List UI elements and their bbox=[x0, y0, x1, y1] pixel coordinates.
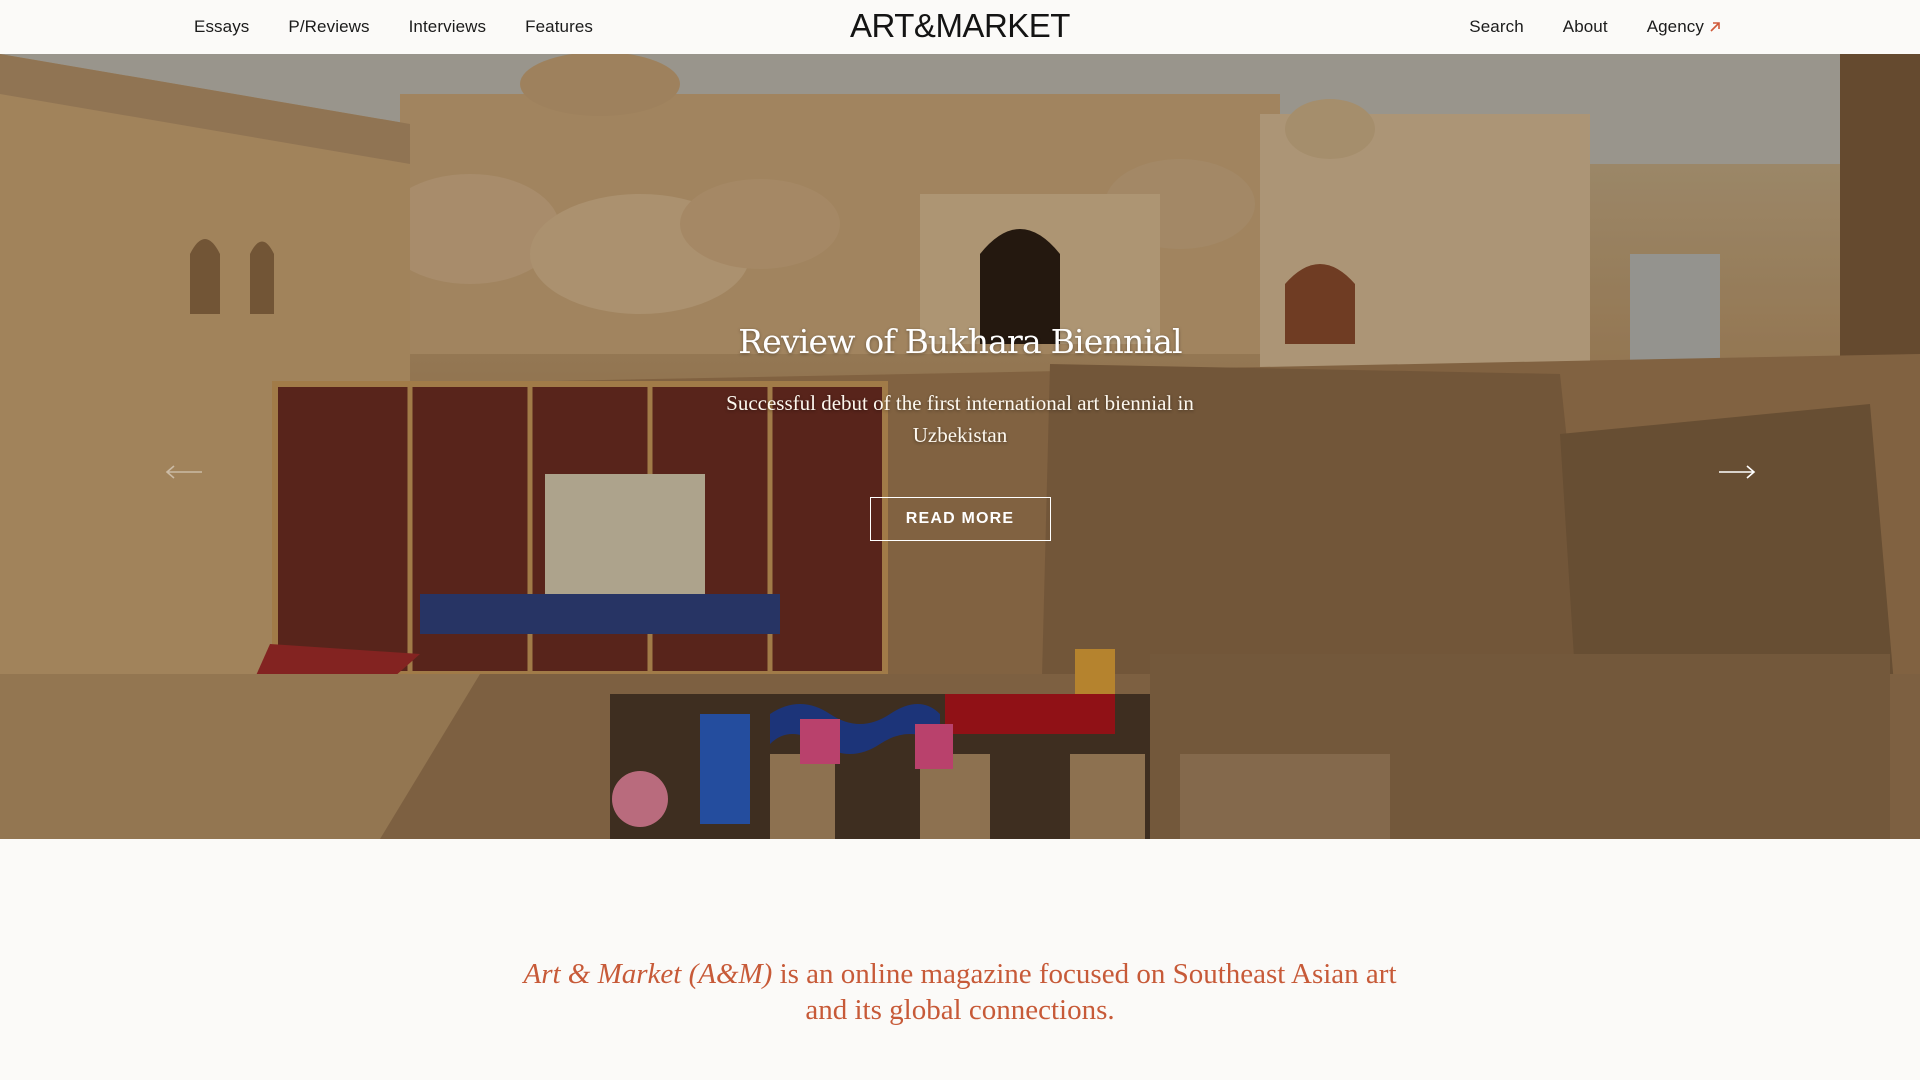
intro-description: is an online magazine focused on Southea… bbox=[772, 958, 1397, 1026]
nav-search[interactable]: Search bbox=[1469, 17, 1523, 37]
nav-interviews[interactable]: Interviews bbox=[409, 17, 487, 37]
hero-title[interactable]: Review of Bukhara Biennial bbox=[660, 322, 1260, 361]
nav-p-reviews[interactable]: P/Reviews bbox=[288, 17, 369, 37]
nav-agency-label: Agency bbox=[1646, 17, 1704, 36]
intro-brand-name: Art & Market (A&M) bbox=[523, 958, 773, 990]
nav-agency[interactable]: Agency bbox=[1647, 17, 1722, 37]
site-logo[interactable]: ART&MARKET bbox=[850, 7, 1070, 44]
hero-caption: Review of Bukhara Biennial Successful de… bbox=[660, 322, 1260, 541]
nav-essays[interactable]: Essays bbox=[194, 17, 249, 37]
nav-features[interactable]: Features bbox=[525, 17, 593, 37]
nav-about[interactable]: About bbox=[1563, 17, 1608, 37]
primary-nav: Essays P/Reviews Interviews Features bbox=[194, 0, 593, 54]
read-more-button[interactable]: READ MORE bbox=[869, 497, 1051, 541]
arrow-left-icon[interactable] bbox=[164, 464, 204, 480]
hero-slider: Review of Bukhara Biennial Successful de… bbox=[0, 54, 1920, 839]
secondary-nav: Search About Agency bbox=[1469, 0, 1722, 54]
hero-subtitle: Successful debut of the first internatio… bbox=[726, 391, 1194, 447]
intro-section: Art & Market (A&M) is an online magazine… bbox=[0, 839, 1920, 1080]
site-header: Essays P/Reviews Interviews Features ART… bbox=[0, 0, 1920, 54]
intro-statement: Art & Market (A&M) is an online magazine… bbox=[510, 956, 1410, 1028]
external-arrow-icon bbox=[1710, 22, 1720, 32]
arrow-right-icon[interactable] bbox=[1717, 464, 1757, 480]
